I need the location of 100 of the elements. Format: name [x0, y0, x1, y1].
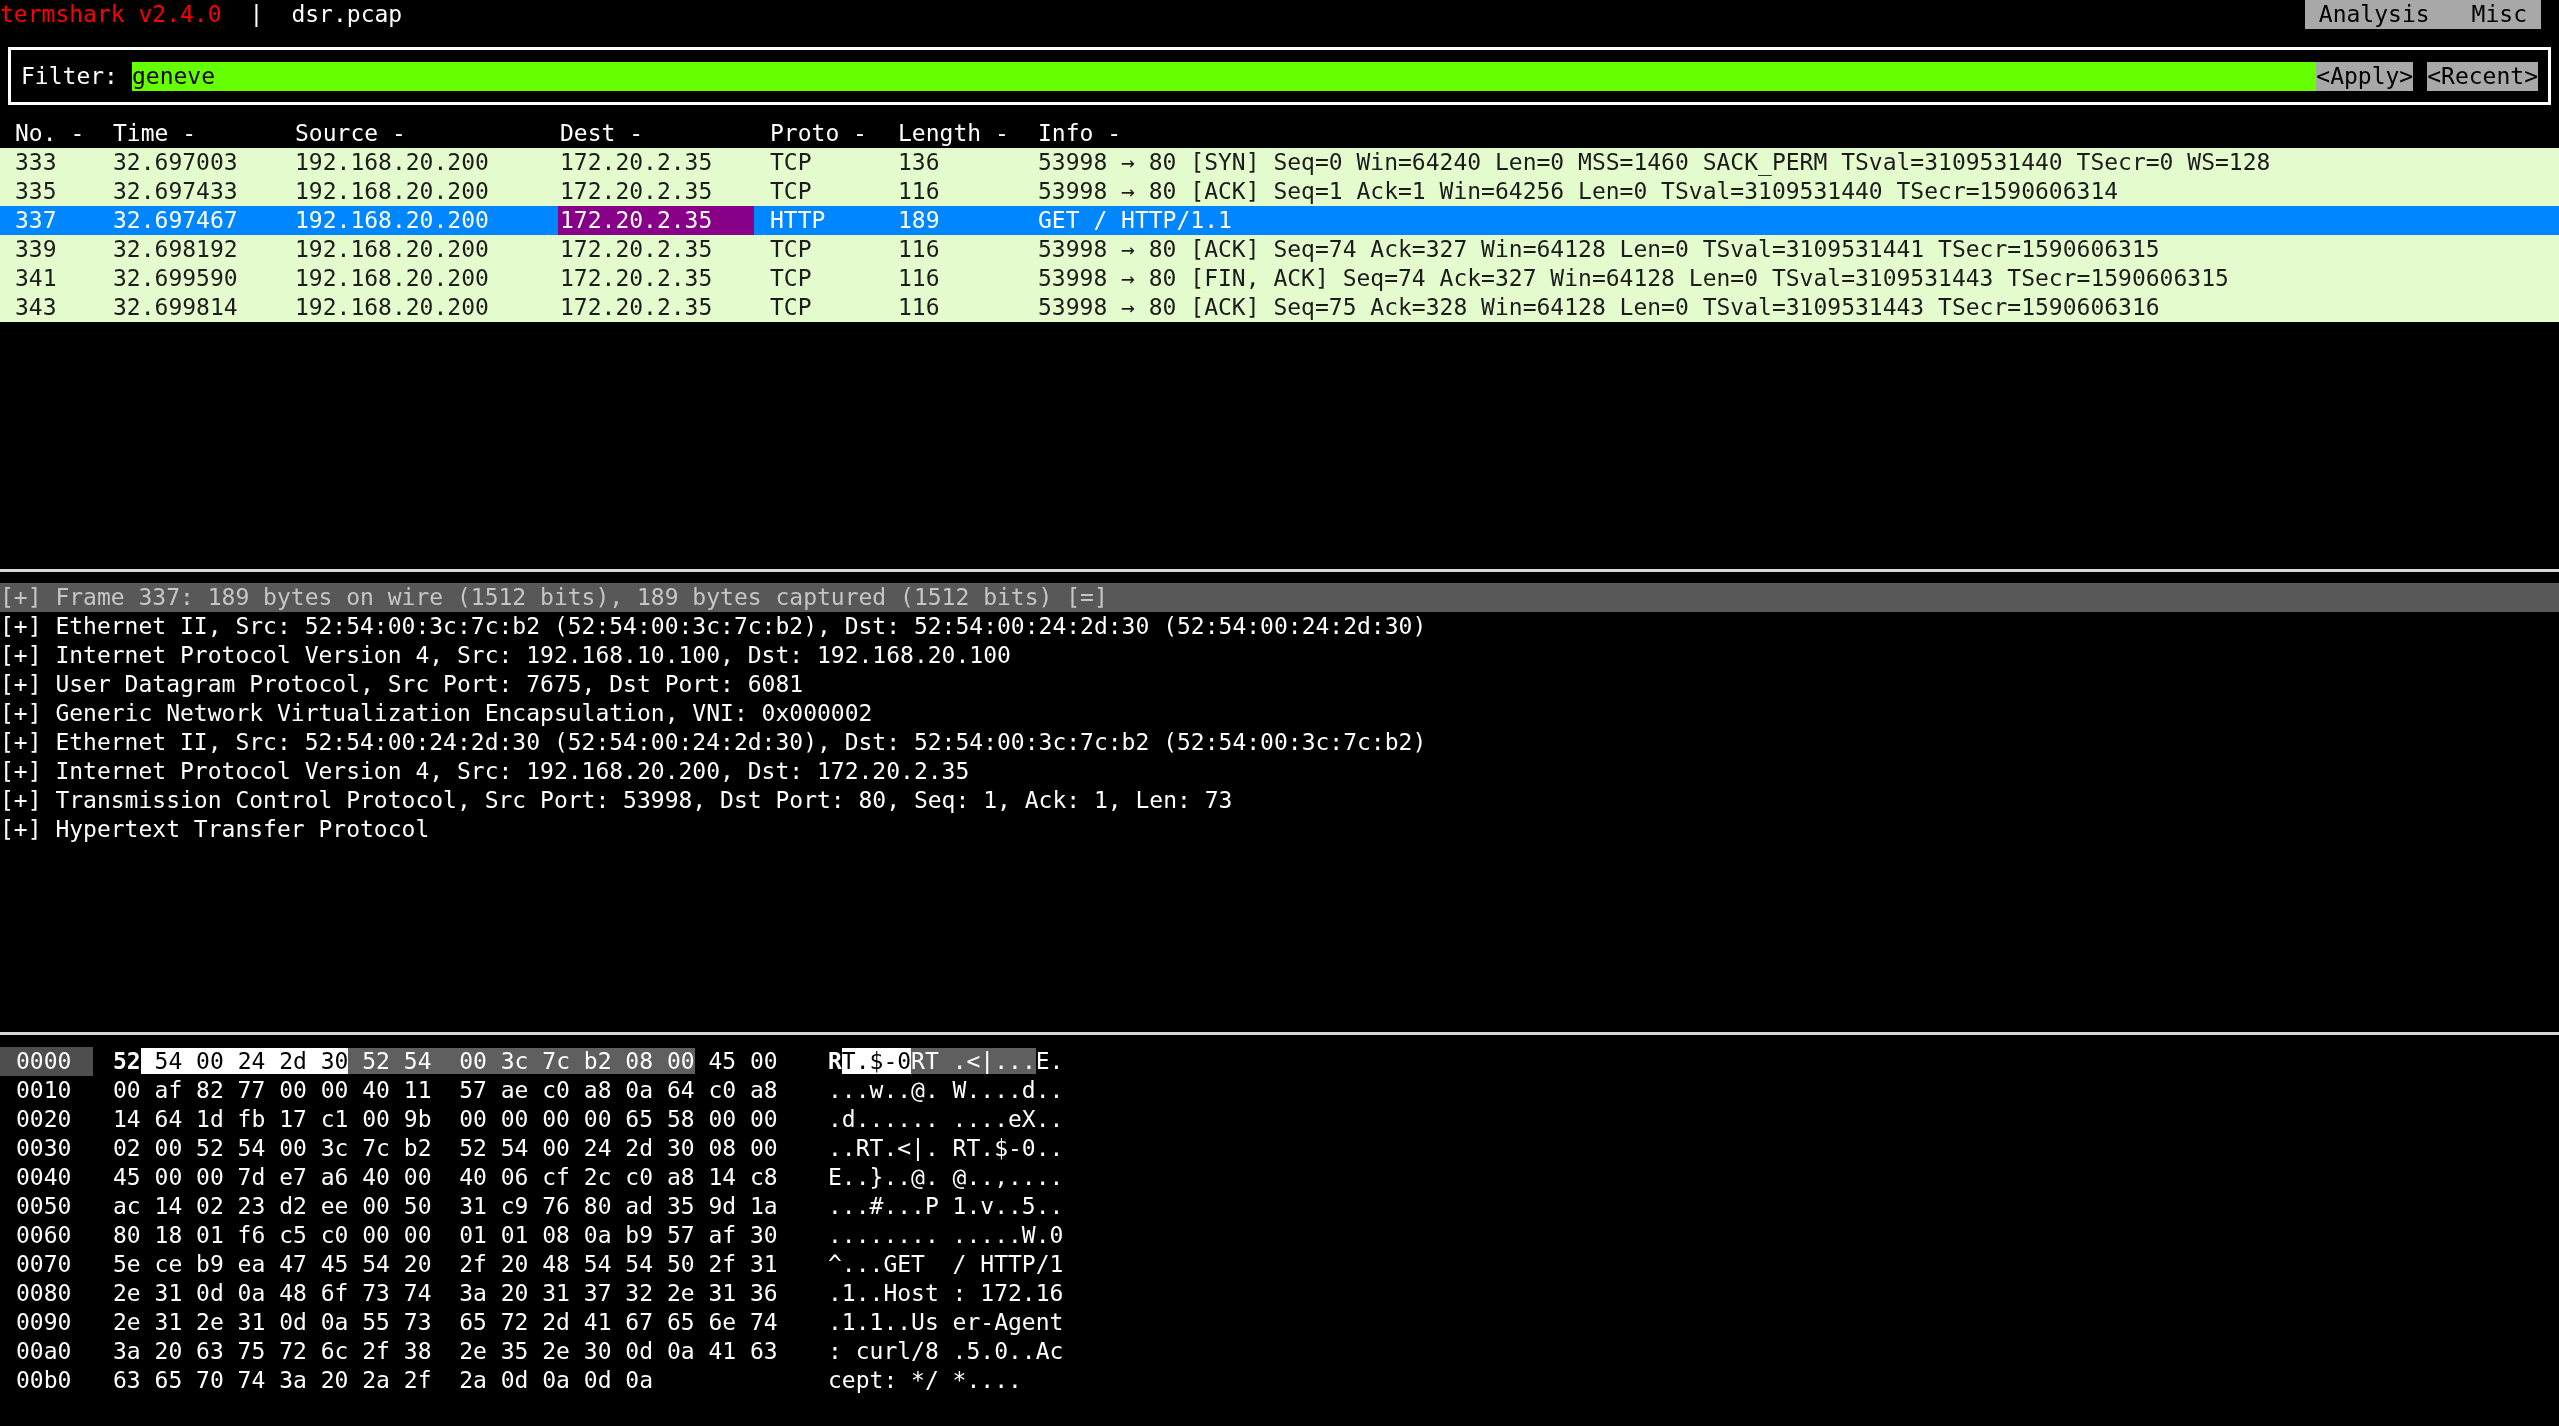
packet-cell: 172.20.2.35	[560, 235, 713, 264]
file-name: dsr.pcap	[291, 0, 403, 29]
column-header[interactable]: No. -	[15, 120, 85, 146]
hex-offset: 0040	[15, 1163, 73, 1192]
packet-cell: GET / HTTP/1.1	[1038, 206, 1232, 235]
packet-cell: 189	[898, 206, 940, 235]
hex-offset: 0070	[15, 1250, 73, 1279]
ascii-text: ^...GET / HTTP/1	[828, 1251, 1064, 1277]
hex-offset: 0010	[15, 1076, 73, 1105]
packet-cell: 337	[15, 206, 57, 235]
packet-cell: 116	[898, 264, 940, 293]
filter-input[interactable]: geneve	[131, 61, 2317, 91]
detail-row[interactable]: [+] Internet Protocol Version 4, Src: 192.168.20.200, Dst: 172.20.2.35	[0, 757, 2559, 786]
column-header[interactable]: Source -	[295, 120, 406, 146]
ascii-text: ........ .....W.0	[828, 1222, 1064, 1248]
packet-cell: 53998 → 80 [ACK] Seq=1 Ack=1 Win=64256 Len=0 TSval=3109531440 TSecr=1590606314	[1038, 177, 2119, 206]
hex-offset: 00a0	[15, 1337, 73, 1366]
packet-cell: 53998 → 80 [SYN] Seq=0 Win=64240 Len=0 MSS=1460 SACK_PERM TSval=3109531440 TSecr=0 WS=128	[1038, 148, 2271, 177]
hex-bytes: 80 18 01 f6 c5 c0 00 00 01 01 08 0a b9 57 af 30	[113, 1222, 778, 1248]
menu-button[interactable]: Analysis	[2318, 0, 2430, 29]
detail-row[interactable]: [+] User Datagram Protocol, Src Port: 7675, Dst Port: 6081	[0, 670, 2559, 699]
hex-bytes: 14 64 1d fb 17 c1 00 9b 00 00 00 00 65 58 00 00	[113, 1106, 778, 1132]
app-title: termshark v2.4.0	[0, 0, 222, 29]
hex-offset: 0030	[15, 1134, 73, 1163]
packet-row[interactable]: 333 32.697003 192.168.20.200 172.20.2.35 TCP 136 53998 → 80 [SYN] Seq=0 Win=64240 Len=0 MSS=1460 SACK_PERM TSval=3109531440 TSecr=0 WS=128	[0, 148, 2559, 177]
packet-row[interactable]: 339 32.698192 192.168.20.200 172.20.2.35 TCP 116 53998 → 80 [ACK] Seq=74 Ack=327 Win=64128 Len=0 TSval=3109531441 TSecr=1590606315	[0, 235, 2559, 264]
hex-offset: 0050	[15, 1192, 73, 1221]
packet-cell: 32.697433	[113, 177, 238, 206]
hex-offset: 00b0	[15, 1366, 73, 1395]
menu-button[interactable]: Misc	[2471, 0, 2527, 29]
packet-cell: 335	[15, 177, 57, 206]
ascii-text: cept: */ *....	[828, 1367, 1022, 1393]
ascii-text: ...#...P 1.v..5..	[828, 1193, 1064, 1219]
hex-bytes: 45 00 00 7d e7 a6 40 00 40 06 cf 2c c0 a8 14 c8	[113, 1164, 778, 1190]
packet-cell: TCP	[770, 293, 812, 322]
packet-cell: 172.20.2.35	[560, 148, 713, 177]
hex-bytes: 52 54 00 3c 7c b2 08 00	[348, 1048, 695, 1074]
packet-cell: 32.697467	[113, 206, 238, 235]
packet-cell: 32.699590	[113, 264, 238, 293]
hex-bytes: 00 af 82 77 00 00 40 11 57 ae c0 a8 0a 64 c0 a8	[113, 1077, 778, 1103]
ascii-text: ...w..@. W....d..	[828, 1077, 1064, 1103]
detail-row[interactable]: [+] Ethernet II, Src: 52:54:00:24:2d:30 (52:54:00:24:2d:30), Dst: 52:54:00:3c:7c:b2 (52:54:00:3c:7c:b2)	[0, 728, 2559, 757]
packet-cell: 116	[898, 293, 940, 322]
apply-button[interactable]: <Apply>	[2316, 61, 2414, 91]
packet-cell: 192.168.20.200	[295, 293, 489, 322]
packet-cell: 32.699814	[113, 293, 238, 322]
packet-cell: 172.20.2.35	[560, 293, 713, 322]
packet-cell: 32.698192	[113, 235, 238, 264]
packet-cell: 192.168.20.200	[295, 177, 489, 206]
packet-cell: HTTP	[770, 206, 826, 235]
column-header[interactable]: Proto -	[770, 120, 867, 146]
detail-row[interactable]: [+] Generic Network Virtualization Encapsulation, VNI: 0x000002	[0, 699, 2559, 728]
packet-cell: 116	[898, 235, 940, 264]
ascii-text: E.	[1035, 1048, 1064, 1074]
hex-bytes: 45 00	[707, 1048, 778, 1074]
packet-cell: 32.697003	[113, 148, 238, 177]
packet-cell: 341	[15, 264, 57, 293]
packet-cell: 192.168.20.200	[295, 206, 489, 235]
ascii-text: ..RT.<|. RT.$-0..	[828, 1135, 1064, 1161]
hex-offset: 0080	[15, 1279, 73, 1308]
recent-button[interactable]: <Recent>	[2427, 61, 2538, 91]
hex-bytes: 02 00 52 54 00 3c 7c b2 52 54 00 24 2d 30 08 00	[113, 1135, 778, 1161]
hex-offset: 0090	[15, 1308, 73, 1337]
packet-cell: TCP	[770, 235, 812, 264]
ascii-text: .d...... ....eX..	[828, 1106, 1064, 1132]
hex-bytes: 54 00 24 2d 30	[140, 1048, 349, 1074]
hex-bytes: 3a 20 63 75 72 6c 2f 38 2e 35 2e 30 0d 0a 41 63	[113, 1338, 778, 1364]
hex-offset: 0020	[15, 1105, 73, 1134]
packet-cell: 136	[898, 148, 940, 177]
packet-row[interactable]: 341 32.699590 192.168.20.200 172.20.2.35 TCP 116 53998 → 80 [FIN, ACK] Seq=74 Ack=327 Win=64128 Len=0 TSval=3109531443 TSecr=1590606315	[0, 264, 2559, 293]
detail-row[interactable]: [+] Internet Protocol Version 4, Src: 192.168.10.100, Dst: 192.168.20.100	[0, 641, 2559, 670]
hex-offset: 0000	[0, 1047, 93, 1076]
packet-cell: 53998 → 80 [ACK] Seq=74 Ack=327 Win=64128 Len=0 TSval=3109531441 TSecr=1590606315	[1038, 235, 2160, 264]
ascii-text: .1.1..Us er-Agent	[828, 1309, 1064, 1335]
packet-row[interactable]: 335 32.697433 192.168.20.200 172.20.2.35 TCP 116 53998 → 80 [ACK] Seq=1 Ack=1 Win=64256 Len=0 TSval=3109531440 TSecr=1590606314	[0, 177, 2559, 206]
column-header[interactable]: Time -	[113, 120, 197, 146]
title-separator: |	[249, 0, 264, 29]
packet-cell: 343	[15, 293, 57, 322]
packet-cell: 192.168.20.200	[295, 235, 489, 264]
packet-cell: 53998 → 80 [FIN, ACK] Seq=74 Ack=327 Win=64128 Len=0 TSval=3109531443 TSecr=1590606315	[1038, 264, 2229, 293]
detail-row[interactable]: [+] Transmission Control Protocol, Src Port: 53998, Dst Port: 80, Seq: 1, Ack: 1, Len: 73	[0, 786, 2559, 815]
packet-cell: 172.20.2.35	[560, 264, 713, 293]
packet-cell: 172.20.2.35	[560, 177, 713, 206]
hex-bytes: ac 14 02 23 d2 ee 00 50 31 c9 76 80 ad 35 9d 1a	[113, 1193, 778, 1219]
hex-bytes: 2e 31 2e 31 0d 0a 55 73 65 72 2d 41 67 65 6e 74	[113, 1309, 778, 1335]
ascii-text: RT .<|...	[911, 1048, 1036, 1074]
column-header[interactable]: Length -	[898, 120, 1009, 146]
packet-cell: 172.20.2.35	[558, 206, 754, 235]
detail-row[interactable]: [+] Frame 337: 189 bytes on wire (1512 bits), 189 bytes captured (1512 bits) [=]	[0, 583, 2559, 612]
packet-row[interactable]: 337 32.697467 192.168.20.200 172.20.2.35 HTTP 189 GET / HTTP/1.1	[0, 206, 2559, 235]
packet-row[interactable]: 343 32.699814 192.168.20.200 172.20.2.35 TCP 116 53998 → 80 [ACK] Seq=75 Ack=328 Win=64128 Len=0 TSval=3109531443 TSecr=1590606316	[0, 293, 2559, 322]
detail-row[interactable]: [+] Ethernet II, Src: 52:54:00:3c:7c:b2 (52:54:00:3c:7c:b2), Dst: 52:54:00:24:2d:30 (52:54:00:24:2d:30)	[0, 612, 2559, 641]
ascii-text: E..}..@. @..,....	[828, 1164, 1064, 1190]
column-header[interactable]: Dest -	[560, 120, 644, 146]
column-header[interactable]: Info -	[1038, 120, 1122, 146]
ascii-text: .1..Host : 172.16	[828, 1280, 1064, 1306]
detail-row[interactable]: [+] Hypertext Transfer Protocol	[0, 815, 2559, 844]
filter-label: Filter:	[21, 61, 118, 91]
hex-bytes: 52	[113, 1048, 141, 1074]
packet-cell: 339	[15, 235, 57, 264]
